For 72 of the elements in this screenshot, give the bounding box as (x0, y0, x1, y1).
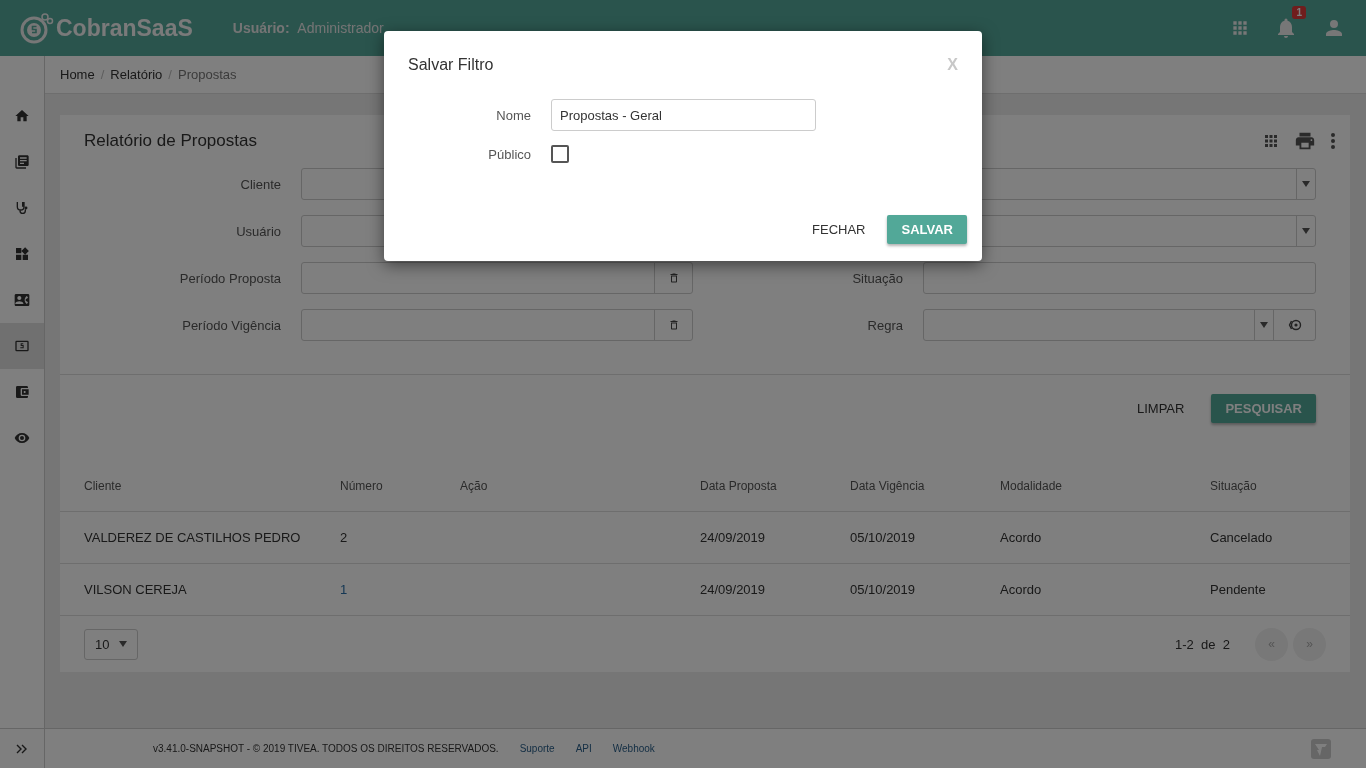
expand-icon[interactable] (16, 743, 28, 754)
notification-badge: 1 (1292, 6, 1306, 19)
text-field[interactable] (923, 262, 1316, 294)
field-label: Período Vigência (181, 317, 281, 333)
widgets-icon (14, 246, 30, 262)
column-header: Data Vigência (850, 478, 925, 493)
app-logo[interactable]: CobranSaaS (56, 14, 193, 42)
column-header: Modalidade (1000, 478, 1063, 493)
column-header: Número (340, 478, 383, 493)
table-cell: VALDEREZ DE CASTILHOS PEDRO (84, 530, 301, 545)
page-range: 1-2 de 2 (1175, 636, 1230, 652)
field-label: Situação (851, 270, 903, 286)
column-header: Cliente (84, 478, 122, 493)
field-label: Período Proposta (178, 270, 281, 286)
money-icon (14, 338, 30, 354)
stethoscope-icon (14, 200, 30, 216)
breadcrumb-separator: / (168, 67, 172, 82)
books-icon (14, 154, 30, 170)
name-input[interactable]: Propostas - Geral (551, 99, 816, 131)
copyright-text: v3.41.0-SNAPSHOT - © 2019 TIVEA. TODOS OS DIREITOS RESERVADOS. (153, 743, 499, 754)
report-title: Relatório de Propostas (84, 131, 257, 151)
public-checkbox[interactable] (551, 145, 569, 163)
breadcrumb-item[interactable]: Home (60, 67, 95, 82)
table-cell: 05/10/2019 (850, 582, 916, 597)
table-cell: VILSON CEREJA (84, 582, 187, 597)
table-cell: Acordo (1000, 530, 1042, 545)
clear-button[interactable]: LIMPAR (1127, 393, 1195, 423)
wallet-icon (14, 384, 30, 400)
shield-logo-icon (1310, 737, 1332, 760)
footer-link[interactable]: Webhook (612, 743, 655, 754)
column-header: Data Proposta (700, 478, 777, 493)
date-range-field[interactable] (301, 309, 693, 341)
date-range-field[interactable] (301, 262, 693, 294)
footer-link[interactable]: API (575, 743, 592, 754)
more-icon[interactable] (1330, 132, 1336, 150)
footer-link[interactable]: Suporte (519, 743, 555, 754)
field-label: Público (487, 146, 531, 162)
apps-icon[interactable] (1262, 132, 1280, 150)
contact-icon (14, 292, 30, 308)
breadcrumb-separator: / (100, 67, 105, 82)
breadcrumb-item: Propostas (177, 67, 237, 82)
select-field[interactable] (923, 309, 1316, 341)
dialog-title: Salvar Filtro (408, 56, 494, 74)
table-cell: 24/09/2019 (700, 530, 766, 545)
eye-icon (14, 430, 30, 446)
target-icon (1287, 319, 1302, 331)
field-label: Cliente (239, 176, 281, 192)
caret-icon (1260, 322, 1268, 328)
table-cell: Cancelado (1210, 530, 1273, 545)
table-cell: Acordo (1000, 582, 1042, 597)
close-button[interactable]: FECHAR (802, 215, 876, 244)
breadcrumb-item[interactable]: Relatório (110, 67, 163, 82)
apps-icon[interactable] (1230, 18, 1250, 38)
field-label: Nome (495, 107, 531, 123)
caret-icon (1302, 181, 1310, 187)
print-icon[interactable] (1294, 130, 1316, 152)
home-icon (14, 108, 30, 124)
table-cell: 2 (340, 530, 348, 545)
number-link[interactable]: 1 (340, 582, 348, 597)
coin-logo-icon (20, 12, 54, 44)
table-cell: 05/10/2019 (850, 530, 916, 545)
column-header: Situação (1210, 478, 1257, 493)
search-button[interactable]: PESQUISAR (1211, 393, 1316, 423)
caret-icon (1302, 228, 1310, 234)
table-cell: 24/09/2019 (700, 582, 766, 597)
save-button[interactable]: SALVAR (887, 215, 967, 244)
user-info: Usuário: Administrador (232, 20, 384, 36)
field-label: Usuário (235, 223, 281, 239)
field-label: Regra (866, 317, 903, 333)
column-header: Ação (460, 478, 488, 493)
caret-icon (119, 641, 127, 647)
table-cell: Pendente (1210, 582, 1266, 597)
